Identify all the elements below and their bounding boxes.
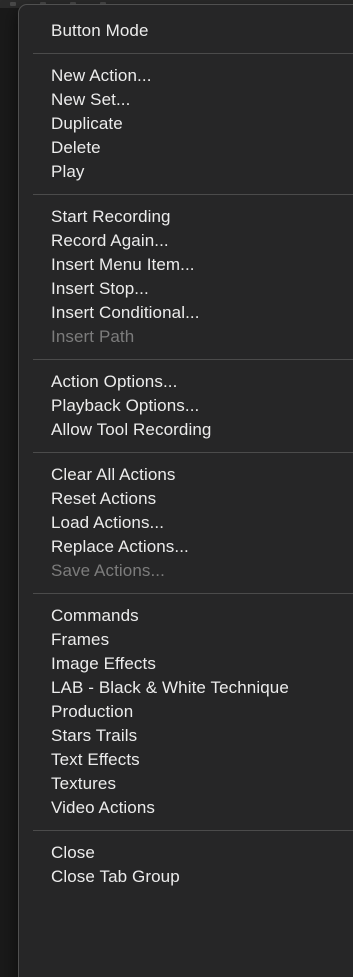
menu-item-insert-conditional[interactable]: Insert Conditional... [19,301,353,325]
menu-item-textures[interactable]: Textures [19,772,353,796]
menu-item-delete[interactable]: Delete [19,136,353,160]
menu-item-load-actions[interactable]: Load Actions... [19,511,353,535]
menu-item-reset-actions[interactable]: Reset Actions [19,487,353,511]
menu-item-production[interactable]: Production [19,700,353,724]
menu-separator [33,194,353,195]
menu-item-image-effects[interactable]: Image Effects [19,652,353,676]
menu-item-commands[interactable]: Commands [19,604,353,628]
menu-item-action-options[interactable]: Action Options... [19,370,353,394]
menu-item-clear-all-actions[interactable]: Clear All Actions [19,463,353,487]
menu-separator [33,830,353,831]
menu-item-record-again[interactable]: Record Again... [19,229,353,253]
menu-item-new-action[interactable]: New Action... [19,64,353,88]
menu-item-replace-actions[interactable]: Replace Actions... [19,535,353,559]
menu-item-stars-trails[interactable]: Stars Trails [19,724,353,748]
menu-item-video-actions[interactable]: Video Actions [19,796,353,820]
menu-item-insert-path: Insert Path [51,327,135,346]
menu-item-start-recording[interactable]: Start Recording [19,205,353,229]
menu-item-new-set[interactable]: New Set... [19,88,353,112]
menu-item-lab-black-white-technique[interactable]: LAB - Black & White Technique [19,676,353,700]
menu-separator [33,53,353,54]
menu-separator [33,452,353,453]
menu-item-playback-options[interactable]: Playback Options... [19,394,353,418]
menu-item-save-actions: Save Actions... [51,561,165,580]
menu-item-allow-tool-recording[interactable]: Allow Tool Recording [19,418,353,442]
actions-panel-menu: Button Mode New Action... New Set... Duplic… [18,4,353,977]
menu-item-play[interactable]: Play [19,160,353,184]
menu-item-insert-stop[interactable]: Insert Stop... [19,277,353,301]
menu-item-duplicate[interactable]: Duplicate [19,112,353,136]
menu-item-insert-menu-item[interactable]: Insert Menu Item... [19,253,353,277]
menu-separator [33,359,353,360]
menu-item-frames[interactable]: Frames [19,628,353,652]
menu-item-button-mode[interactable]: Button Mode [19,19,353,43]
menu-item-close[interactable]: Close [19,841,353,865]
menu-item-text-effects[interactable]: Text Effects [19,748,353,772]
toolbar-mark [10,2,16,6]
menu-separator [33,593,353,594]
menu-item-close-tab-group[interactable]: Close Tab Group [19,865,353,889]
